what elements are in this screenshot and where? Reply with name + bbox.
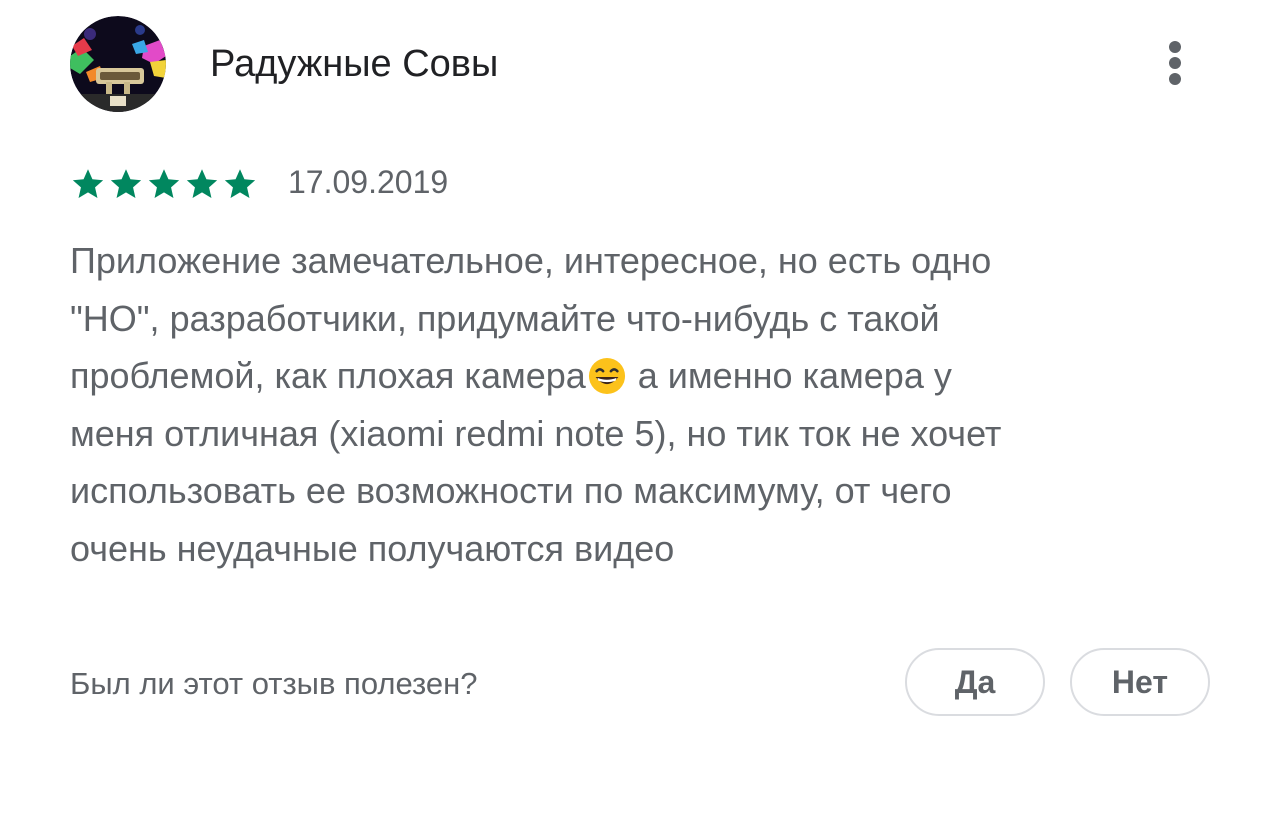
user-avatar-image <box>70 16 166 112</box>
star-icon <box>148 169 180 198</box>
review-date: 17.09.2019 <box>288 164 449 200</box>
star-icon <box>224 169 256 198</box>
review-card: Радужные Совы 17.09.2019 Приложение заме… <box>0 0 1280 823</box>
star-rating <box>70 166 258 202</box>
helpful-no-button[interactable]: Нет <box>1070 648 1210 716</box>
helpful-yes-button[interactable]: Да <box>905 648 1045 716</box>
more-vert-icon-dot-3 <box>1169 73 1181 85</box>
reviewer-name: Радужные Совы <box>210 43 499 85</box>
avatar <box>70 16 166 112</box>
more-vert-icon-dot-2 <box>1169 57 1181 69</box>
star-icon <box>186 169 218 198</box>
more-vert-icon <box>1169 41 1181 53</box>
star-icon <box>72 169 104 198</box>
grinning-face-emoji-icon <box>588 357 625 395</box>
star-icon <box>110 169 142 198</box>
helpful-question: Был ли этот отзыв полезен? <box>70 666 478 701</box>
more-options-button[interactable] <box>1150 28 1200 98</box>
review-text: Приложение замечательное, интересное, но… <box>70 232 1180 577</box>
